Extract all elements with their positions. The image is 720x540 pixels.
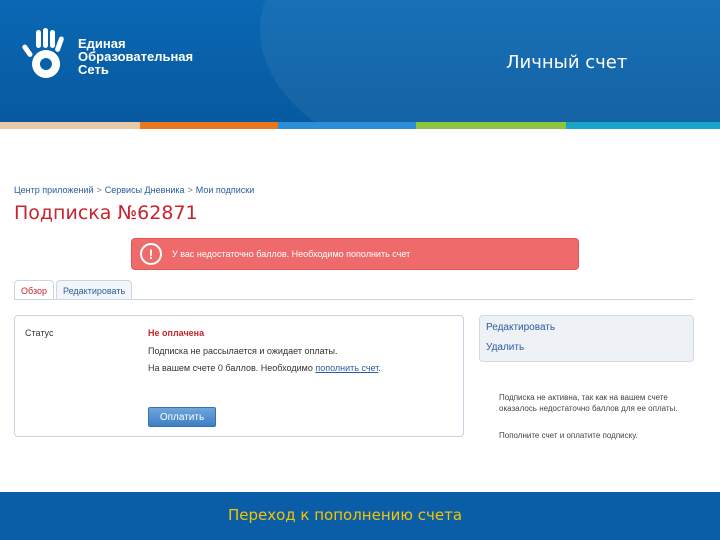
breadcrumb-separator: > (187, 185, 193, 195)
footer-bar: Переход к пополнению счета (0, 492, 720, 540)
breadcrumb-separator: > (96, 185, 102, 195)
slide-title: Личный счет (506, 52, 628, 73)
side-delete-link[interactable]: Удалить (486, 342, 524, 353)
stripe-segment (566, 122, 720, 129)
breadcrumb-item-subscriptions[interactable]: Мои подписки (196, 185, 254, 195)
status-description: Подписка не рассылается и ожидает оплаты… (148, 346, 338, 356)
status-label: Статус (25, 328, 54, 338)
top-up-hint: Пополните счет и оплатите подписку. (499, 431, 638, 440)
logo-line-3: Сеть (78, 61, 109, 77)
balance-label: На вашем счете 0 баллов. Необходимо (148, 363, 313, 373)
logo-line-2: Образовательная (78, 48, 194, 64)
tab-bar: Обзор Редактировать (14, 280, 134, 300)
subscription-panel: Статус Не оплачена Подписка не рассылает… (14, 315, 464, 437)
stripe-segment (278, 122, 416, 129)
tab-divider (14, 299, 694, 300)
logo-text: Единая Образовательная Сеть (78, 37, 193, 76)
hand-logo-icon (22, 28, 64, 78)
error-alert: ! У вас недостаточно баллов. Необходимо … (131, 238, 579, 270)
color-stripe (0, 122, 720, 129)
logo-line-1: Единая (78, 35, 126, 51)
balance-text: На вашем счете 0 баллов. Необходимо попо… (148, 363, 381, 373)
breadcrumb: Центр приложений > Сервисы Дневника > Мои по… (14, 185, 254, 195)
balance-suffix: . (378, 363, 381, 373)
header-banner: Единая Образовательная Сеть Личный счет (0, 0, 720, 122)
side-actions-menu: Редактировать Удалить (479, 315, 694, 362)
alert-text: У вас недостаточно баллов. Необходимо по… (172, 249, 411, 259)
status-value: Не оплачена (148, 328, 205, 338)
tab-edit[interactable]: Редактировать (56, 280, 133, 300)
side-edit-link[interactable]: Редактировать (486, 322, 555, 333)
inactive-note: Подписка не активна, так как на вашем сч… (499, 393, 678, 413)
stripe-segment (0, 122, 140, 129)
header-decoration (260, 0, 720, 122)
page-title: Подписка №62871 (14, 202, 198, 224)
footer-caption: Переход к пополнению счета (227, 506, 463, 524)
tab-overview[interactable]: Обзор (14, 280, 54, 300)
stripe-segment (140, 122, 278, 129)
breadcrumb-item-apps[interactable]: Центр приложений (14, 185, 93, 195)
exclamation-icon: ! (140, 243, 162, 265)
stripe-segment (416, 122, 566, 129)
logo[interactable]: Единая Образовательная Сеть (22, 28, 193, 84)
breadcrumb-item-services[interactable]: Сервисы Дневника (105, 185, 185, 195)
top-up-link[interactable]: пополнить счет (315, 363, 378, 373)
pay-button[interactable]: Оплатить (148, 407, 216, 427)
